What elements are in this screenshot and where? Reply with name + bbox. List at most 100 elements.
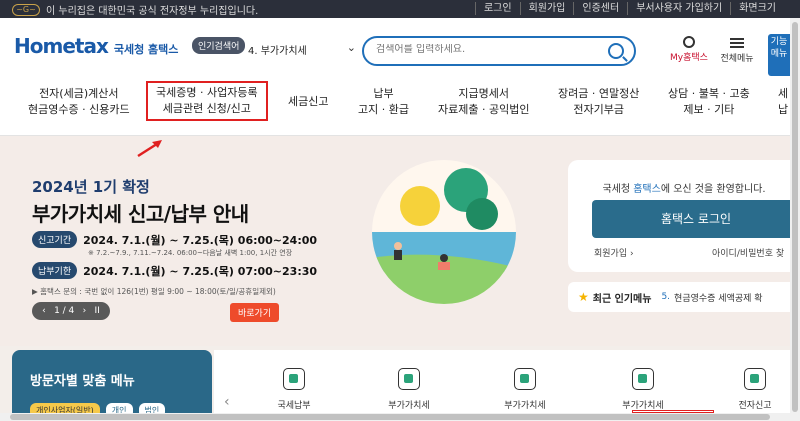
quick-item-label: 부가가치세	[504, 401, 546, 411]
all-menu-label: 전체메뉴	[720, 54, 754, 64]
tax-payment-icon	[283, 368, 305, 390]
nav-line2: 세금관련 신청/신고	[162, 102, 251, 115]
gov-notice-text[interactable]: 이 누리집은 대한민국 공식 전자정부 누리집입니다.	[46, 2, 258, 17]
quick-item[interactable]: 부가가치세	[490, 368, 560, 411]
quick-menu: ‹ 국세납부 부가가치세 부가가치세 부가가치세 전자신고	[214, 350, 790, 413]
nav-tax-report[interactable]: 세금신고	[288, 94, 328, 110]
prev-arrow-icon[interactable]: ‹	[42, 306, 46, 316]
nav-line2: 납	[778, 103, 789, 116]
screen-size-link[interactable]: 화면크기	[730, 2, 784, 15]
nav-line2: 현금영수증 · 신용카드	[28, 103, 130, 116]
welcome-highlight: 홈택스	[633, 184, 661, 195]
visitor-menu-title: 방문자별 맞춤 메뉴	[30, 374, 135, 389]
cert-center-link[interactable]: 인증센터	[573, 2, 627, 15]
welcome-text: 국세청 홈택스에 오신 것을 환영합니다.	[568, 180, 800, 195]
report-period-value: 2024. 7.1.(월) ~ 7.25.(목) 06:00~24:00	[83, 233, 318, 247]
gov-notice: ~G~ 이 누리집은 대한민국 공식 전자정부 누리집입니다.	[12, 2, 258, 17]
top-links: 로그인 회원가입 인증센터 부서사용자 가입하기 화면크기	[474, 2, 784, 15]
nav-consult-appeal[interactable]: 상담 · 불복 · 고충 제보 · 기타	[668, 86, 750, 118]
nav-line2: 고지 · 환급	[358, 103, 409, 116]
brand-logo[interactable]: Hometax 국세청 홈택스	[14, 34, 178, 58]
join-label: 회원가입	[594, 249, 628, 259]
chevron-left-icon[interactable]: ‹	[224, 394, 230, 410]
dept-user-join-link[interactable]: 부서사용자 가입하기	[627, 2, 730, 15]
hamburger-icon	[730, 38, 744, 48]
report-period-tag: 신고기간	[32, 231, 78, 248]
heart-hands-icon	[632, 368, 654, 390]
nav-line1: 상담 · 불복 · 고충	[668, 87, 750, 100]
search-input[interactable]	[376, 44, 596, 55]
nav-e-invoice[interactable]: 전자(세금)계산서 현금영수증 · 신용카드	[28, 86, 130, 118]
report-period: 신고기간 2024. 7.1.(월) ~ 7.25.(목) 06:00~24:0…	[32, 231, 317, 248]
next-arrow-icon[interactable]: ›	[83, 306, 87, 316]
beach-illustration	[372, 160, 516, 304]
quick-item-label: 국세납부	[277, 401, 311, 411]
hero-subtitle: 2024년 1기 확정	[32, 178, 150, 196]
join-link[interactable]: 회원가입	[519, 2, 574, 15]
nav-line1: 세금신고	[288, 95, 329, 108]
welcome-post: 에 오신 것을 환영합니다.	[660, 184, 766, 195]
nav-line1: 지급명세서	[458, 87, 510, 100]
all-menu-button[interactable]: 전체메뉴	[712, 36, 762, 64]
main-nav: 전자(세금)계산서 현금영수증 · 신용카드 국세증명 · 사업자등록 세금관련…	[0, 78, 800, 136]
document-person-icon	[514, 368, 536, 390]
quick-item-label: 전자신고	[738, 401, 772, 411]
nav-payment-statement[interactable]: 지급명세서 자료제출 · 공익법인	[438, 86, 529, 118]
payment-deadline: 납부기한 2024. 7.1.(월) ~ 7.25.(목) 07:00~23:3…	[32, 262, 317, 279]
welcome-pre: 국세청	[602, 184, 634, 195]
nav-payment[interactable]: 납부 고지 · 환급	[358, 86, 409, 118]
gov-emblem-icon: ~G~	[12, 3, 40, 16]
nav-line1: 장려금 · 연말정산	[558, 87, 640, 100]
user-icon	[683, 36, 695, 48]
payment-deadline-value: 2024. 7.1.(월) ~ 7.25.(목) 07:00~23:30	[83, 264, 318, 278]
login-card: 국세청 홈택스에 오신 것을 환영합니다. 홈택스 로그인 회원가입 › 아이디…	[568, 160, 800, 272]
pause-icon[interactable]: II	[95, 306, 100, 316]
hometax-logo-text: Hometax	[14, 34, 109, 58]
join-link[interactable]: 회원가입 ›	[594, 246, 634, 259]
find-id-password-link[interactable]: 아이디/비밀번호 찾	[712, 246, 784, 259]
popular-menu-item[interactable]: 현금영수증 세액공제 확	[674, 291, 763, 304]
nav-line1: 세	[778, 87, 789, 100]
brand-sub: 국세청 홈택스	[113, 43, 179, 56]
vertical-scrollbar[interactable]	[790, 18, 800, 413]
vertical-scroll-thumb[interactable]	[792, 22, 798, 412]
star-icon: ★	[578, 290, 589, 304]
my-hometax-button[interactable]: My홈택스	[666, 36, 712, 63]
nav-more[interactable]: 세 납	[778, 86, 788, 118]
goto-button[interactable]: 바로가기	[230, 303, 280, 322]
popular-search-badge: 인기검색어	[192, 37, 246, 54]
nav-line2: 전자기부금	[573, 103, 624, 116]
banner-pager: ‹ 1 / 4 › II	[32, 302, 110, 320]
horizontal-scroll-thumb[interactable]	[10, 414, 770, 420]
money-bag-icon	[398, 368, 420, 390]
nav-line1: 납부	[373, 87, 394, 100]
quick-item[interactable]: 국세납부	[259, 368, 329, 411]
popular-menu-bar: ★ 최근 인기메뉴 5. 현금영수증 세액공제 확	[568, 282, 790, 312]
inquiry-info: ▶ 홈택스 문의 : 국번 없이 126(1번) 평일 9:00 ~ 18:00…	[32, 287, 276, 296]
horizontal-scrollbar[interactable]	[0, 413, 800, 421]
visitor-menu-panel: 방문자별 맞춤 메뉴 개인사업자(일반) 개인 법인	[12, 350, 212, 418]
chevron-down-icon: ⌄	[346, 41, 356, 54]
payment-deadline-tag: 납부기한	[32, 262, 78, 279]
search-icon[interactable]	[608, 43, 624, 59]
nav-incentive-settlement[interactable]: 장려금 · 연말정산 전자기부금	[558, 86, 639, 118]
side-function-tab[interactable]: 기능메뉴	[768, 34, 790, 76]
quick-item[interactable]: 부가가치세	[608, 368, 678, 411]
nav-line2: 자료제출 · 공익법인	[438, 103, 530, 116]
nav-line1: 국세증명 · 사업자등록	[156, 86, 258, 99]
login-link[interactable]: 로그인	[474, 2, 520, 15]
popular-search-select[interactable]: 4. 부가가치세 ⌄	[248, 39, 358, 59]
hometax-login-button[interactable]: 홈택스 로그인	[592, 200, 800, 238]
extension-note: ※ 7.2.~7.9., 7.11.~7.24. 06:00~다음날 새벽 1:…	[88, 249, 293, 257]
hero-banner: 2024년 1기 확정 부가가치세 신고/납부 안내 신고기간 2024. 7.…	[0, 136, 800, 346]
hero-title: 부가가치세 신고/납부 안내	[32, 202, 249, 226]
nav-certificate-registration[interactable]: 국세증명 · 사업자등록 세금관련 신청/신고	[146, 81, 268, 121]
e-report-icon	[744, 368, 766, 390]
quick-item[interactable]: 전자신고	[720, 368, 790, 411]
pager-count: 1 / 4	[54, 306, 75, 316]
red-arrow-icon	[137, 140, 162, 158]
popular-menu-title: 최근 인기메뉴	[592, 293, 652, 305]
quick-item[interactable]: 부가가치세	[374, 368, 444, 411]
search-box	[362, 36, 636, 66]
nav-line1: 전자(세금)계산서	[39, 87, 119, 100]
